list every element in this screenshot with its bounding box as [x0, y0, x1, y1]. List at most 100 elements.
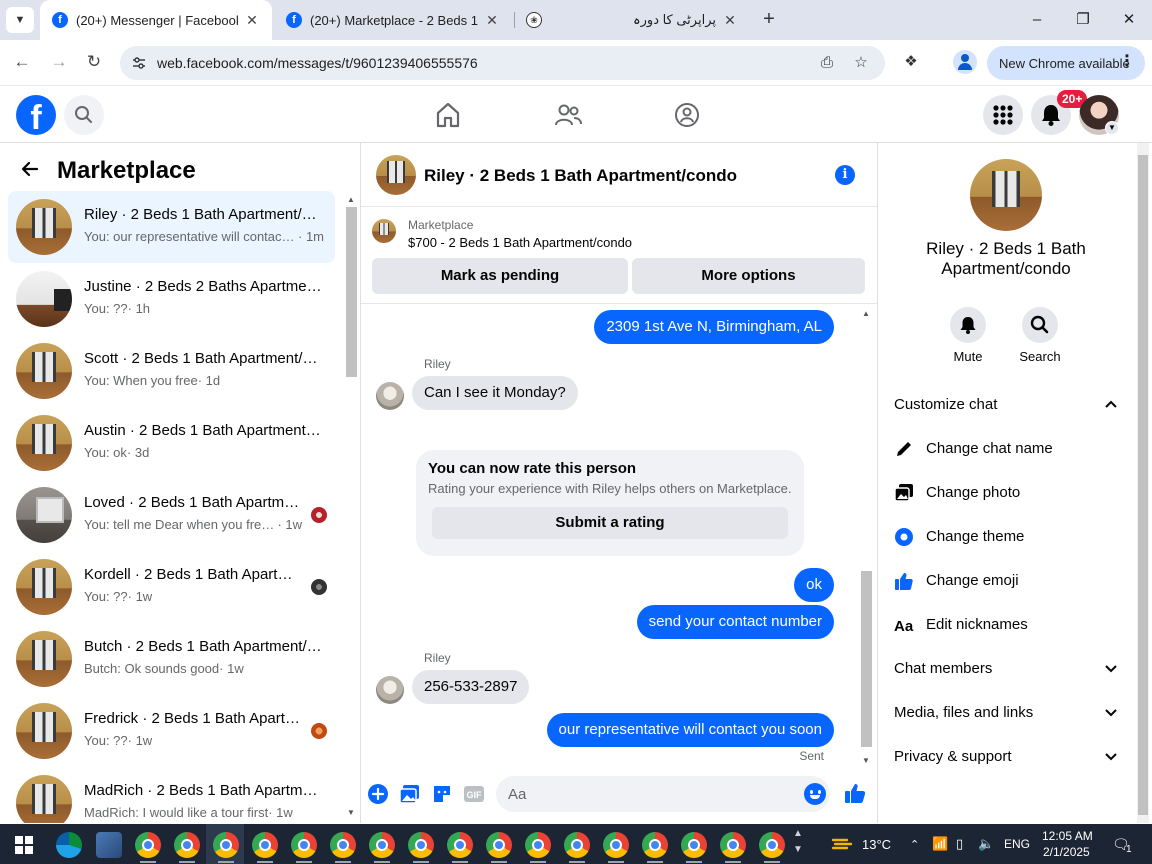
message-bubble-received[interactable]: Can I see it Monday?	[412, 376, 578, 410]
friends-icon[interactable]	[553, 100, 583, 130]
chrome-taskbar-icon[interactable]	[447, 832, 473, 858]
change-photo-item[interactable]: Change photo	[894, 475, 1118, 511]
plus-icon[interactable]	[367, 783, 389, 805]
message-input-box[interactable]	[496, 776, 830, 812]
profile-icon[interactable]	[953, 50, 977, 74]
tab-urdu[interactable]: ❀ پراپرٹی کا دورہ ✕	[514, 0, 750, 40]
thumbs-up-icon[interactable]	[843, 781, 867, 805]
chrome-taskbar-icon[interactable]	[252, 832, 278, 858]
conversation-scrollbar[interactable]: ▲ ▼	[345, 195, 357, 817]
close-tab-icon[interactable]: ✕	[484, 12, 500, 29]
change-emoji-item[interactable]: Change emoji	[894, 563, 1118, 599]
details-scrollbar[interactable]	[1137, 143, 1149, 823]
chrome-taskbar-icon[interactable]	[174, 832, 200, 858]
conversation-item[interactable]: Loved · 2 Beds 1 Bath Apartment/condo Yo…	[8, 479, 335, 551]
close-window-button[interactable]: ✕	[1117, 8, 1141, 32]
scrollbar-thumb[interactable]	[861, 571, 872, 747]
conversation-item[interactable]: Fredrick · 2 Beds 1 Bath Apartment/condo…	[8, 695, 335, 767]
message-bubble-sent[interactable]: send your contact number	[636, 605, 834, 639]
info-icon[interactable]: i	[835, 165, 855, 185]
conversation-item[interactable]: Riley · 2 Beds 1 Bath Apartment/condo Yo…	[8, 191, 335, 263]
chrome-taskbar-icon[interactable]	[330, 832, 356, 858]
back-arrow-icon[interactable]	[20, 159, 40, 179]
media-files-section[interactable]: Media, files and links	[894, 695, 1118, 731]
forward-button[interactable]: →	[47, 50, 71, 74]
chrome-taskbar-icon[interactable]	[525, 832, 551, 858]
conversation-item[interactable]: MadRich · 2 Beds 1 Bath Apartment/condo …	[8, 767, 335, 823]
privacy-support-section[interactable]: Privacy & support	[894, 739, 1118, 775]
scrollbar-thumb[interactable]	[346, 207, 357, 377]
chrome-taskbar-icon[interactable]	[642, 832, 668, 858]
bookmark-star-icon[interactable]: ☆	[851, 53, 871, 73]
reload-button[interactable]: ↻	[82, 50, 106, 74]
scrollbar-thumb[interactable]	[1138, 155, 1148, 815]
sender-avatar[interactable]	[376, 382, 404, 410]
details-avatar[interactable]	[970, 159, 1042, 231]
install-app-icon[interactable]: ⎙	[817, 53, 837, 73]
minimize-button[interactable]: –	[1025, 8, 1049, 32]
app-icon[interactable]	[96, 832, 122, 858]
new-tab-button[interactable]: +	[758, 8, 780, 30]
windows-start-icon[interactable]	[15, 836, 33, 854]
taskbar-overflow-arrows[interactable]: ▲ ▼	[792, 826, 804, 858]
chat-members-section[interactable]: Chat members	[894, 651, 1118, 687]
more-options-button[interactable]: More options	[632, 258, 865, 294]
home-icon[interactable]	[433, 100, 463, 130]
edge-icon[interactable]	[56, 832, 82, 858]
chrome-taskbar-icon[interactable]	[564, 832, 590, 858]
chrome-taskbar-icon[interactable]	[408, 832, 434, 858]
message-bubble-sent[interactable]: our representative will contact you soon	[546, 713, 834, 747]
search-conversation-button[interactable]: Search	[1010, 307, 1070, 364]
message-input[interactable]	[508, 776, 798, 812]
mark-pending-button[interactable]: Mark as pending	[372, 258, 628, 294]
chrome-menu-icon[interactable]: ⋮	[1119, 52, 1135, 72]
sticker-icon[interactable]	[431, 783, 453, 805]
submit-rating-button[interactable]: Submit a rating	[432, 507, 788, 539]
edit-nicknames-item[interactable]: Aa Edit nicknames	[894, 607, 1118, 643]
chrome-taskbar-icon[interactable]	[135, 832, 161, 858]
chrome-taskbar-icon[interactable]	[720, 832, 746, 858]
scroll-down-icon[interactable]: ▼	[345, 808, 357, 817]
listing-thumbnail[interactable]	[372, 219, 396, 243]
conversation-item[interactable]: Kordell · 2 Beds 1 Bath Apartment/condo …	[8, 551, 335, 623]
photo-icon[interactable]	[399, 783, 421, 805]
chat-avatar[interactable]	[376, 155, 416, 195]
chrome-taskbar-icon[interactable]	[213, 832, 239, 858]
emoji-icon[interactable]	[804, 783, 826, 805]
conversation-item[interactable]: Austin · 2 Beds 1 Bath Apartment/condo Y…	[8, 407, 335, 479]
message-bubble-received[interactable]: 256-533-2897	[412, 670, 530, 704]
chevron-down-icon[interactable]: ▼	[1105, 121, 1119, 135]
chrome-taskbar-icon[interactable]	[681, 832, 707, 858]
menu-button[interactable]	[983, 95, 1023, 135]
conversation-item[interactable]: Butch · 2 Beds 1 Bath Apartment/condo Bu…	[8, 623, 335, 695]
chat-title[interactable]: Riley · 2 Beds 1 Bath Apartment/condo	[424, 166, 737, 186]
sender-avatar[interactable]	[376, 676, 404, 704]
close-tab-icon[interactable]: ✕	[244, 12, 260, 29]
chrome-taskbar-icon[interactable]	[291, 832, 317, 858]
chrome-taskbar-icon[interactable]	[369, 832, 395, 858]
site-settings-icon[interactable]	[132, 56, 146, 70]
facebook-logo-icon[interactable]: f	[16, 95, 56, 135]
close-tab-icon[interactable]: ✕	[722, 12, 738, 29]
new-chrome-button[interactable]: New Chrome available ⋮	[987, 46, 1145, 80]
customize-chat-section[interactable]: Customize chat	[894, 387, 1118, 423]
extensions-icon[interactable]: ❖	[900, 51, 922, 73]
address-bar[interactable]: web.facebook.com/messages/t/960123940655…	[120, 46, 885, 80]
chrome-taskbar-icon[interactable]	[603, 832, 629, 858]
gif-icon[interactable]: GIF	[463, 783, 485, 805]
groups-icon[interactable]	[672, 100, 702, 130]
chrome-taskbar-icon[interactable]	[486, 832, 512, 858]
conversation-item[interactable]: Scott · 2 Beds 1 Bath Apartment/condo Yo…	[8, 335, 335, 407]
back-button[interactable]: ←	[10, 50, 34, 74]
maximize-button[interactable]: ❐	[1071, 8, 1095, 32]
tab-messenger[interactable]: f (20+) Messenger | Facebook ✕	[40, 0, 272, 40]
chrome-taskbar-icon[interactable]	[759, 832, 785, 858]
mute-button[interactable]: Mute	[938, 307, 998, 364]
message-bubble-sent[interactable]: 2309 1st Ave N, Birmingham, AL	[594, 310, 834, 344]
scroll-up-icon[interactable]: ▲	[345, 195, 357, 204]
listing-price[interactable]: $700 - 2 Beds 1 Bath Apartment/condo	[408, 235, 632, 250]
scroll-down-icon[interactable]: ▼	[860, 756, 872, 765]
tab-marketplace[interactable]: f (20+) Marketplace - 2 Beds 1 Bath ✕	[274, 0, 512, 40]
scroll-up-icon[interactable]: ▲	[860, 309, 872, 318]
tab-search-button[interactable]: ▼	[6, 7, 34, 33]
